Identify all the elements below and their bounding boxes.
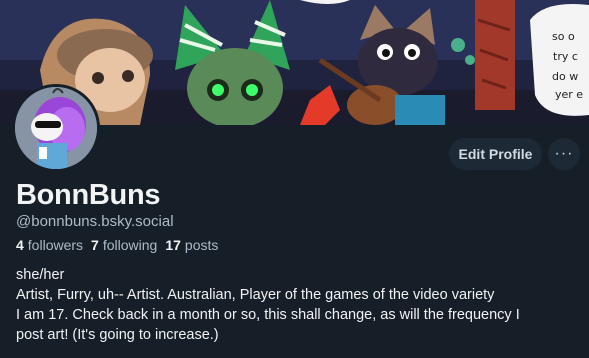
avatar[interactable] [12,84,100,172]
edit-profile-button[interactable]: Edit Profile [449,138,542,170]
following-label: following [102,237,158,253]
followers-label: followers [27,237,84,253]
posts-label: posts [184,237,219,253]
speech-line-2: try c [553,50,578,63]
following-count: 7 [91,237,99,253]
speech-line-3: do w [552,70,578,83]
display-name: BonnBuns [16,179,161,211]
followers-count: 4 [16,237,24,253]
bio-line: I am 17. Check back in a month or so, th… [16,307,520,323]
more-options-button[interactable]: ··· [548,138,580,170]
ellipsis-icon: ··· [554,145,574,162]
profile-bio: she/her Artist, Furry, uh-- Artist. Aust… [16,265,581,345]
bio-line: she/her [16,267,65,283]
following-link[interactable]: 7 following [91,237,157,253]
handle: @bonnbuns.bsky.social [16,213,174,230]
speech-line-1: so o [552,30,575,43]
speech-line-4: yer e [555,88,583,101]
posts-stat: 17 posts [165,237,218,253]
bio-line: post art! (It's going to increase.) [16,327,219,343]
bio-line: Artist, Furry, uh-- Artist. Australian, … [16,287,495,303]
profile-stats: 4 followers 7 following 17 posts [16,237,218,253]
followers-link[interactable]: 4 followers [16,237,83,253]
avatar-artwork [15,87,97,169]
posts-count: 17 [165,237,181,253]
